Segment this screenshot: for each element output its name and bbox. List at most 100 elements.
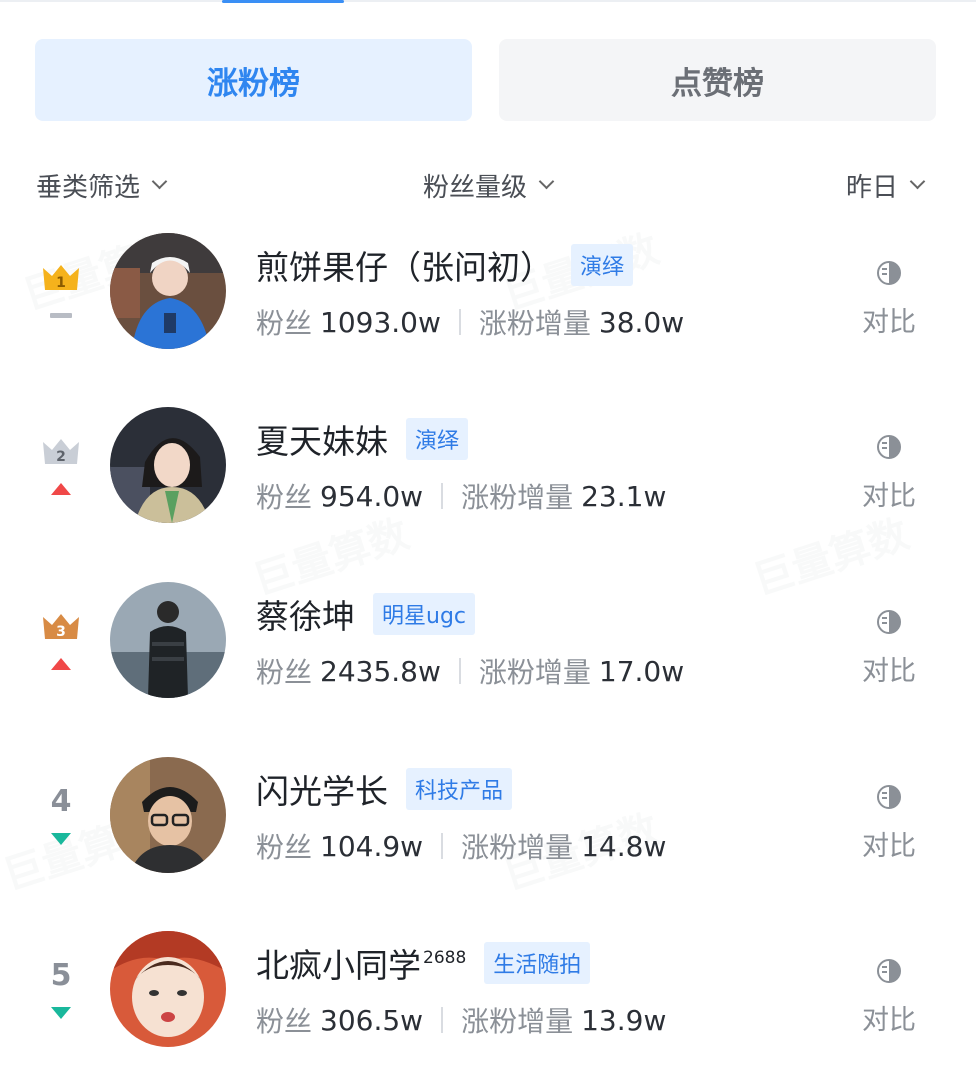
avatar[interactable] bbox=[110, 931, 226, 1047]
growth-value: 38.0w bbox=[598, 305, 685, 339]
creator-name[interactable]: 煎饼果仔（张问初） bbox=[256, 241, 553, 289]
divider bbox=[441, 1007, 444, 1033]
compare-icon bbox=[877, 610, 901, 634]
compare-button[interactable]: 对比 bbox=[856, 958, 922, 1038]
tab-likes[interactable]: 点赞榜 bbox=[499, 39, 936, 121]
growth-label: 涨粉增量 bbox=[478, 307, 591, 340]
creator-name-text: 北疯小同学 bbox=[256, 946, 421, 985]
date-filter[interactable]: 昨日 bbox=[846, 160, 926, 210]
divider bbox=[441, 483, 444, 509]
name-line: 闪光学长 科技产品 bbox=[256, 765, 513, 813]
chevron-down-icon bbox=[538, 173, 555, 190]
trend-up-icon bbox=[51, 483, 71, 495]
compare-icon bbox=[877, 785, 901, 809]
compare-button[interactable]: 对比 bbox=[856, 434, 922, 514]
crown-gold-icon: 1 bbox=[43, 265, 79, 291]
compare-icon bbox=[877, 261, 901, 285]
ranking-tabs: 涨粉榜 点赞榜 bbox=[35, 39, 936, 121]
category-filter-label: 垂类筛选 bbox=[36, 172, 141, 203]
compare-button[interactable]: 对比 bbox=[856, 784, 922, 864]
divider bbox=[441, 833, 444, 859]
top-border bbox=[0, 0, 976, 2]
category-tag: 明星ugc bbox=[373, 593, 476, 635]
name-superscript: 2688 bbox=[423, 948, 467, 968]
category-tag: 生活随拍 bbox=[484, 942, 591, 984]
creator-name[interactable]: 闪光学长 bbox=[256, 765, 388, 813]
fans-label: 粉丝 bbox=[256, 831, 313, 864]
list-item[interactable]: 2 夏天妹妹 演绎 粉丝 954.0w 涨粉增量 23.1w 对比 bbox=[0, 396, 976, 536]
compare-label: 对比 bbox=[862, 831, 916, 862]
creator-name[interactable]: 夏天妹妹 bbox=[256, 415, 388, 463]
fans-value: 104.9w bbox=[320, 829, 424, 863]
avatar[interactable] bbox=[110, 757, 226, 873]
trend-down-icon bbox=[51, 1007, 71, 1019]
list-item[interactable]: 4 闪光学长 科技产品 粉丝 104.9w 涨粉增量 14.8w 对比 bbox=[0, 746, 976, 886]
compare-button[interactable]: 对比 bbox=[856, 609, 922, 689]
list-item[interactable]: 1 煎饼果仔（张问初） 演绎 粉丝 1093.0w 涨粉增量 38.0w 对比 bbox=[0, 222, 976, 362]
divider bbox=[458, 309, 461, 335]
rank-indicator: 2 bbox=[36, 426, 86, 506]
compare-label: 对比 bbox=[862, 656, 916, 687]
name-line: 夏天妹妹 演绎 bbox=[256, 415, 469, 463]
rank-indicator: 5 bbox=[36, 950, 86, 1030]
fan-level-filter-label: 粉丝量级 bbox=[423, 172, 528, 203]
growth-label: 涨粉增量 bbox=[461, 831, 574, 864]
creator-name[interactable]: 北疯小同学 2688 bbox=[256, 939, 466, 987]
fans-label: 粉丝 bbox=[256, 307, 313, 340]
compare-label: 对比 bbox=[862, 307, 916, 338]
compare-label: 对比 bbox=[862, 1005, 916, 1036]
trend-up-icon bbox=[51, 658, 71, 670]
divider bbox=[458, 658, 461, 684]
growth-value: 13.9w bbox=[581, 1003, 667, 1037]
trend-down-icon bbox=[51, 833, 71, 845]
stats-line: 粉丝 2435.8w 涨粉增量 17.0w bbox=[256, 649, 684, 693]
rank-indicator: 1 bbox=[36, 252, 86, 332]
top-tab-indicator bbox=[222, 0, 344, 3]
growth-value: 17.0w bbox=[598, 654, 685, 688]
category-tag: 科技产品 bbox=[406, 768, 513, 810]
creator-name[interactable]: 蔡徐坤 bbox=[256, 590, 355, 638]
compare-label: 对比 bbox=[862, 481, 916, 512]
name-line: 蔡徐坤 明星ugc bbox=[256, 590, 476, 638]
growth-label: 涨粉增量 bbox=[461, 1005, 574, 1038]
compare-icon bbox=[877, 959, 901, 983]
avatar[interactable] bbox=[110, 407, 226, 523]
stats-line: 粉丝 104.9w 涨粉增量 14.8w bbox=[256, 824, 666, 868]
fans-value: 1093.0w bbox=[320, 305, 441, 339]
tab-fan-growth[interactable]: 涨粉榜 bbox=[35, 39, 472, 121]
compare-button[interactable]: 对比 bbox=[856, 260, 922, 340]
growth-value: 14.8w bbox=[581, 829, 667, 863]
category-tag: 演绎 bbox=[571, 244, 634, 286]
stats-line: 粉丝 954.0w 涨粉增量 23.1w bbox=[256, 474, 666, 518]
chevron-down-icon bbox=[909, 173, 926, 190]
avatar[interactable] bbox=[110, 233, 226, 349]
fans-value: 954.0w bbox=[320, 479, 424, 513]
category-filter[interactable]: 垂类筛选 bbox=[36, 160, 168, 210]
name-line: 北疯小同学 2688 生活随拍 bbox=[256, 939, 591, 987]
rank-number: 3 bbox=[56, 624, 66, 640]
avatar[interactable] bbox=[110, 582, 226, 698]
list-item[interactable]: 3 蔡徐坤 明星ugc 粉丝 2435.8w 涨粉增量 17.0w 对比 bbox=[0, 571, 976, 711]
rank-indicator: 3 bbox=[36, 601, 86, 681]
trend-flat-icon bbox=[50, 313, 72, 318]
rank-number: 5 bbox=[50, 958, 72, 993]
stats-line: 粉丝 306.5w 涨粉增量 13.9w bbox=[256, 998, 666, 1042]
fans-label: 粉丝 bbox=[256, 656, 313, 689]
rank-indicator: 4 bbox=[36, 776, 86, 856]
fans-value: 2435.8w bbox=[320, 654, 441, 688]
fan-level-filter[interactable]: 粉丝量级 bbox=[423, 160, 555, 210]
rank-number: 2 bbox=[56, 449, 66, 465]
filter-bar: 垂类筛选 粉丝量级 昨日 bbox=[0, 160, 976, 210]
crown-bronze-icon: 3 bbox=[43, 614, 79, 640]
rank-number: 4 bbox=[50, 784, 72, 819]
fans-value: 306.5w bbox=[320, 1003, 424, 1037]
stats-line: 粉丝 1093.0w 涨粉增量 38.0w bbox=[256, 300, 684, 344]
rank-number: 1 bbox=[56, 275, 66, 291]
name-line: 煎饼果仔（张问初） 演绎 bbox=[256, 241, 634, 289]
fans-label: 粉丝 bbox=[256, 481, 313, 514]
chevron-down-icon bbox=[151, 173, 168, 190]
compare-icon bbox=[877, 435, 901, 459]
growth-label: 涨粉增量 bbox=[478, 656, 591, 689]
list-item[interactable]: 5 北疯小同学 2688 生活随拍 粉丝 306.5w 涨粉增量 13.9w 对… bbox=[0, 920, 976, 1060]
growth-value: 23.1w bbox=[581, 479, 667, 513]
